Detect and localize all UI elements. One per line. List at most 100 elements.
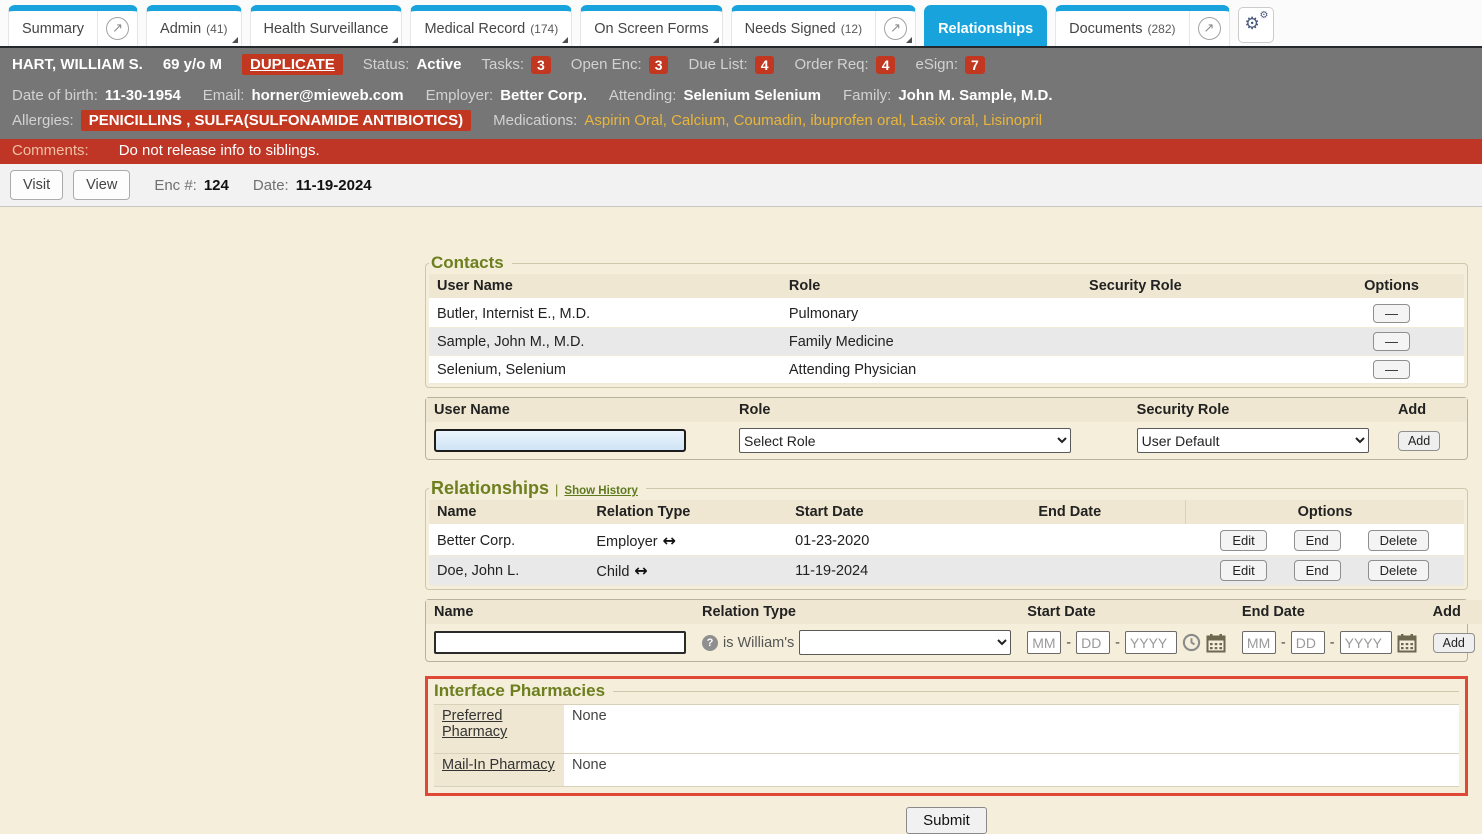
esign-badge[interactable]: 7: [965, 56, 985, 74]
relationship-row: Better Corp. Employer↔ 01-23-2020 Edit E…: [429, 525, 1464, 556]
tab-on-screen-forms[interactable]: On Screen Forms: [580, 5, 722, 46]
tasks-badge[interactable]: 3: [531, 56, 551, 74]
remove-contact-button[interactable]: —: [1373, 360, 1410, 379]
end-year-input[interactable]: [1340, 631, 1392, 654]
submit-row: Submit: [425, 807, 1468, 834]
tab-relationships[interactable]: Relationships: [924, 5, 1047, 46]
show-history-link[interactable]: Show History: [564, 485, 637, 497]
relationship-type: Employer: [596, 534, 657, 550]
attending-value: Selenium Selenium: [683, 87, 821, 104]
medication-link[interactable]: Aspirin Oral: [584, 112, 662, 129]
start-date-now-button[interactable]: [1182, 633, 1201, 652]
edit-relationship-button[interactable]: Edit: [1220, 560, 1266, 581]
tab-admin[interactable]: Admin(41): [146, 5, 241, 46]
dob-label: Date of birth:: [12, 87, 98, 104]
end-relationship-button[interactable]: End: [1294, 530, 1341, 551]
comments-text: Do not release info to siblings.: [119, 142, 320, 159]
remove-contact-button[interactable]: —: [1373, 304, 1410, 323]
end-relationship-button[interactable]: End: [1294, 560, 1341, 581]
add-relationship-header-end-date: End Date: [1234, 600, 1425, 624]
open-enc-badge[interactable]: 3: [649, 56, 669, 74]
start-month-input[interactable]: [1027, 631, 1061, 654]
contact-row: Selenium, Selenium Attending Physician —: [429, 356, 1464, 384]
contact-row: Sample, John M., M.D. Family Medicine —: [429, 328, 1464, 356]
documents-popout-button[interactable]: ↗: [1189, 11, 1229, 46]
medication-link[interactable]: Lasix oral: [902, 112, 975, 129]
add-contact-box: User Name Role Security Role Add Select …: [425, 397, 1468, 460]
add-contact-header-security-role: Security Role: [1129, 398, 1390, 422]
delete-relationship-button[interactable]: Delete: [1368, 560, 1430, 581]
settings-button[interactable]: ⚙ ⚙: [1238, 7, 1274, 43]
edit-relationship-button[interactable]: Edit: [1220, 530, 1266, 551]
contact-user-name-input[interactable]: [434, 429, 686, 452]
relationships-header-start-date: Start Date: [787, 500, 1030, 525]
delete-relationship-button[interactable]: Delete: [1368, 530, 1430, 551]
visit-button[interactable]: Visit: [10, 170, 63, 200]
add-relationship-button[interactable]: Add: [1433, 633, 1475, 653]
relationships-title: Relationships: [431, 478, 549, 499]
contacts-header-options: Options: [1319, 274, 1464, 299]
relationship-end-date: [1030, 556, 1185, 586]
mail-in-pharmacy-link[interactable]: Mail-In Pharmacy: [442, 757, 555, 773]
order-req-badge[interactable]: 4: [876, 56, 896, 74]
employer-label: Employer:: [426, 87, 494, 104]
tab-bar: Summary ↗ Admin(41) Health Surveillance …: [0, 0, 1482, 48]
family-value: John M. Sample, M.D.: [898, 87, 1052, 104]
submit-button[interactable]: Submit: [906, 807, 987, 834]
status-label: Status:: [363, 56, 410, 73]
relationship-start-date: 11-19-2024: [787, 556, 1030, 586]
preferred-pharmacy-link[interactable]: Preferred Pharmacy: [442, 708, 507, 740]
remove-contact-button[interactable]: —: [1373, 332, 1410, 351]
contacts-section: Contacts User Name Role Security Role Op…: [425, 253, 1468, 388]
relation-type-select[interactable]: [799, 630, 1011, 655]
add-contact-header-user-name: User Name: [426, 398, 731, 422]
relationships-header-relation-type: Relation Type: [588, 500, 787, 525]
clock-icon: [1182, 633, 1201, 652]
interface-pharmacies-title-text: Interface Pharmacies: [434, 681, 605, 701]
tab-needs-signed[interactable]: Needs Signed(12) ↗: [731, 5, 916, 46]
start-date-calendar-button[interactable]: [1206, 633, 1226, 653]
medication-link[interactable]: ibuprofen oral: [802, 112, 902, 129]
submenu-indicator-icon: [713, 37, 719, 43]
contacts-header-user-name: User Name: [429, 274, 781, 299]
contact-role: Attending Physician: [781, 356, 1081, 384]
start-day-input[interactable]: [1076, 631, 1110, 654]
relationships-section: Relationships | Show History Name Relati…: [425, 478, 1468, 590]
comments-label: Comments:: [12, 142, 89, 159]
medication-link[interactable]: Lisinopril: [975, 112, 1043, 129]
end-month-input[interactable]: [1242, 631, 1276, 654]
calendar-icon: [1206, 633, 1226, 653]
tab-documents[interactable]: Documents(282) ↗: [1055, 5, 1229, 46]
pharmacy-row: Preferred Pharmacy None: [434, 705, 1459, 754]
possessive-text: is William's: [723, 635, 794, 651]
view-button[interactable]: View: [73, 170, 130, 200]
tab-label: Needs Signed: [745, 21, 836, 37]
tab-summary[interactable]: Summary ↗: [8, 5, 138, 46]
relationship-name-input[interactable]: [434, 631, 686, 654]
order-req-label: Order Req:: [794, 56, 868, 73]
popout-arrow-icon: ↗: [106, 17, 129, 40]
bidirectional-arrow-icon: ↔: [663, 531, 676, 550]
summary-popout-button[interactable]: ↗: [97, 11, 137, 46]
add-contact-header-role: Role: [731, 398, 1129, 422]
end-day-input[interactable]: [1291, 631, 1325, 654]
contact-role-select[interactable]: Select Role: [739, 428, 1071, 453]
due-list-badge[interactable]: 4: [755, 56, 775, 74]
end-date-calendar-button[interactable]: [1397, 633, 1417, 653]
allergies-value[interactable]: PENICILLINS , SULFA(SULFONAMIDE ANTIBIOT…: [81, 110, 471, 131]
main-content: Contacts User Name Role Security Role Op…: [425, 207, 1468, 834]
tab-medical-record[interactable]: Medical Record(174): [410, 5, 572, 46]
submenu-indicator-icon: [562, 37, 568, 43]
help-icon[interactable]: ?: [702, 635, 718, 651]
interface-pharmacies-section: Interface Pharmacies Preferred Pharmacy …: [425, 676, 1468, 796]
tab-count: (41): [206, 22, 227, 36]
enc-number-value: 124: [204, 177, 229, 194]
medication-link[interactable]: Coumadin: [725, 112, 802, 129]
contact-security-role-select[interactable]: User Default: [1137, 428, 1369, 453]
medication-link[interactable]: Calcium: [663, 112, 726, 129]
tab-health-surveillance[interactable]: Health Surveillance: [250, 5, 403, 46]
start-year-input[interactable]: [1125, 631, 1177, 654]
add-relationship-box: Name Relation Type Start Date End Date A…: [425, 599, 1468, 662]
duplicate-flag-link[interactable]: DUPLICATE: [242, 54, 343, 75]
add-contact-button[interactable]: Add: [1398, 431, 1440, 451]
